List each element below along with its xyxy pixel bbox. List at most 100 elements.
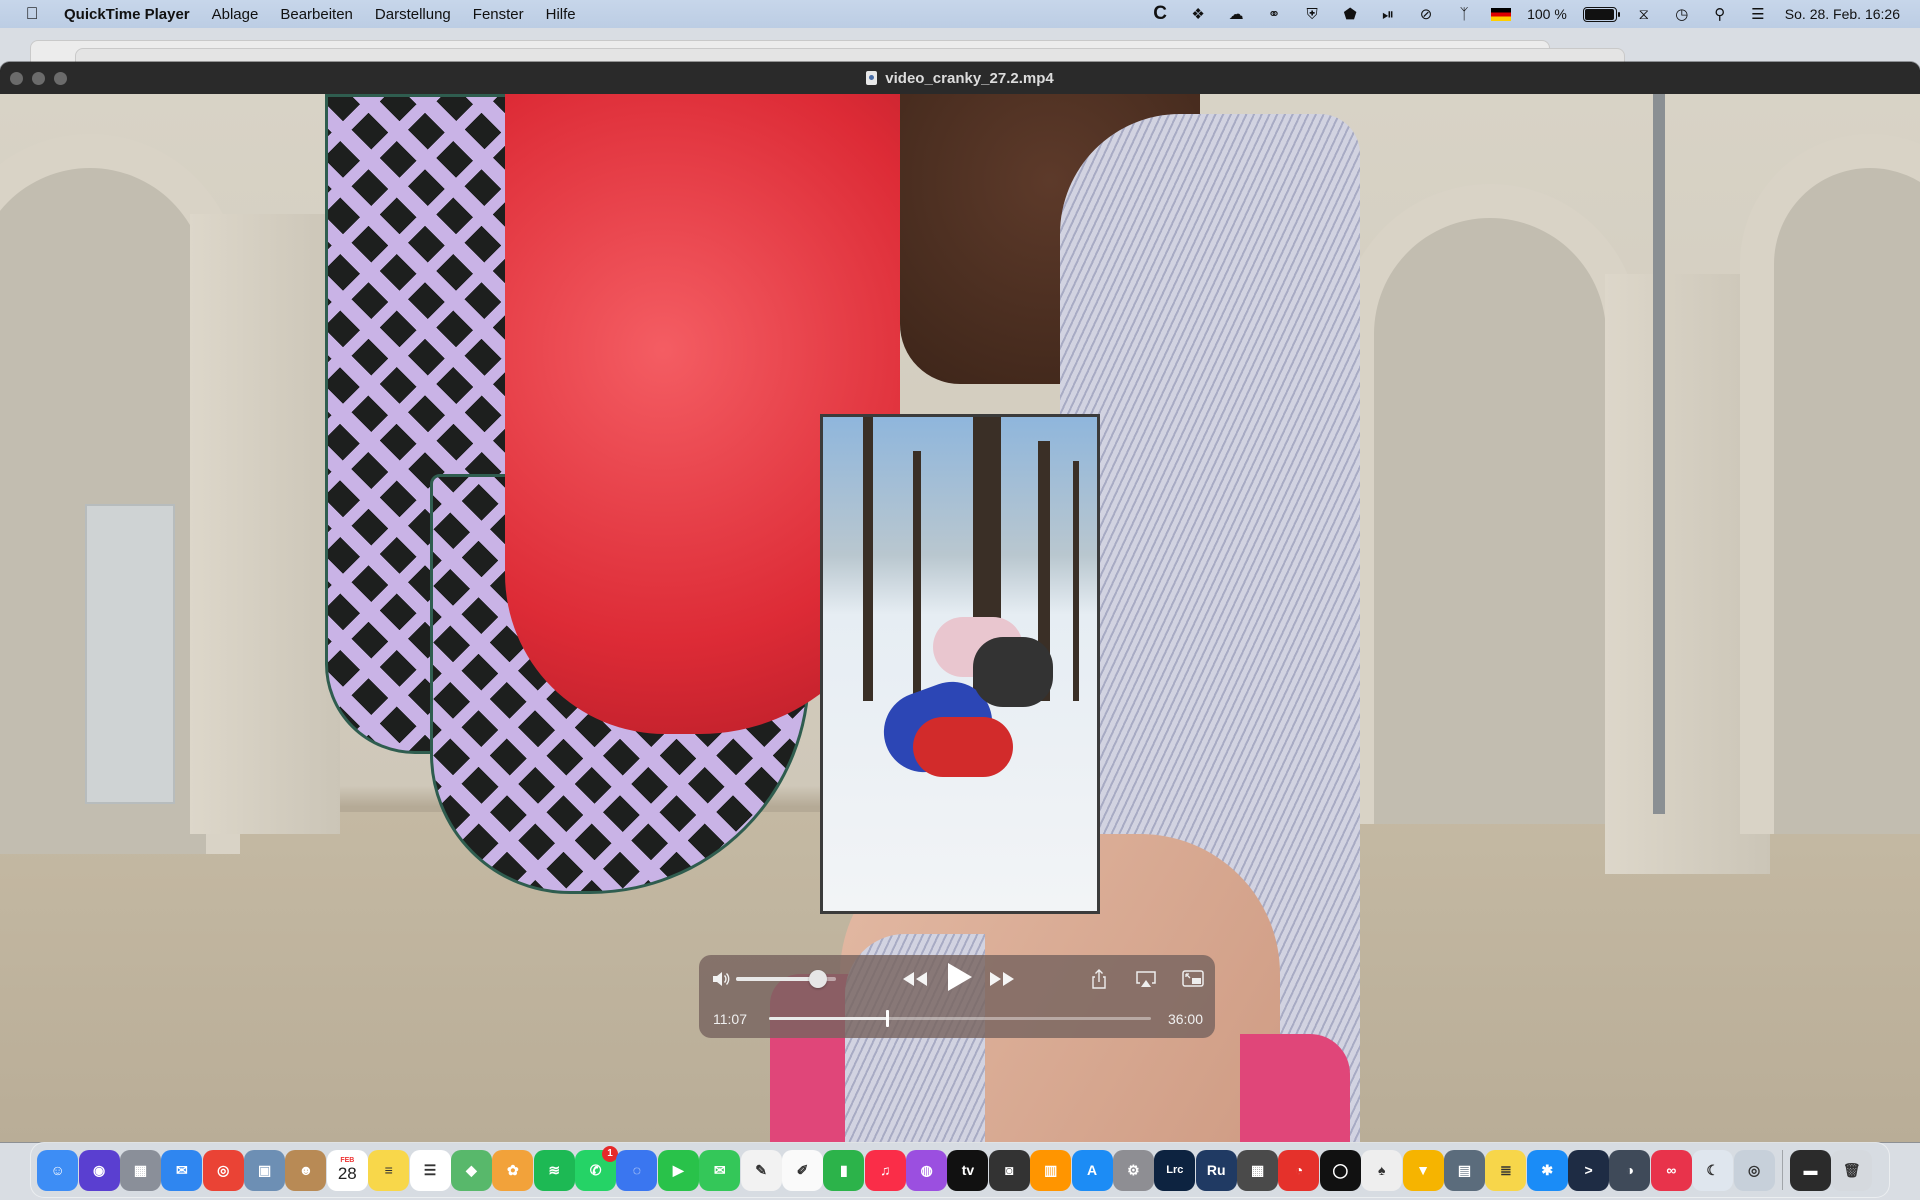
video-door xyxy=(85,504,175,804)
document-icon xyxy=(866,71,878,85)
dock-notes-icon[interactable]: ≡ xyxy=(368,1149,410,1191)
dock-finder-icon[interactable]: ☺ xyxy=(37,1149,79,1191)
volume-knob[interactable] xyxy=(809,970,827,988)
dock-film-strip-icon[interactable]: ▬ xyxy=(1789,1149,1831,1191)
menu-hilfe[interactable]: Hilfe xyxy=(535,6,587,23)
video-tree xyxy=(913,451,921,701)
control-center-icon[interactable]: ☰ xyxy=(1747,4,1769,24)
dock-istat-menus-icon[interactable]: ◔ xyxy=(1278,1149,1320,1191)
volume-fill xyxy=(736,977,818,981)
dock-contacts-icon[interactable]: ☻ xyxy=(285,1149,327,1191)
dock-lasso-icon[interactable]: ☾ xyxy=(1692,1149,1734,1191)
volume-icon[interactable] xyxy=(711,969,731,989)
share-icon[interactable] xyxy=(1089,967,1109,991)
dock-calendar-icon[interactable]: FEB 28 xyxy=(326,1149,368,1191)
dropbox-icon[interactable]: ❖ xyxy=(1187,4,1209,24)
dock-ace-app-icon[interactable]: ♠ xyxy=(1361,1149,1403,1191)
dock-apple-tv-icon[interactable]: tv xyxy=(947,1149,989,1191)
dock-spotify-icon[interactable]: ≋ xyxy=(533,1149,575,1191)
menu-bar:  QuickTime Player Ablage Bearbeiten Dar… xyxy=(0,0,1920,28)
video-arch xyxy=(1740,134,1920,834)
bitwarden-icon[interactable]: ⬟ xyxy=(1339,4,1361,24)
battery-icon[interactable] xyxy=(1582,6,1620,22)
dock-freeform-icon[interactable]: ✐ xyxy=(781,1149,823,1191)
dock-proxyman-icon[interactable]: ◑ xyxy=(1609,1149,1651,1191)
menu-ablage[interactable]: Ablage xyxy=(201,6,270,23)
menu-bearbeiten[interactable]: Bearbeiten xyxy=(269,6,364,23)
status-area: C ❖ ☁ ⚭ ⛨ ⬟ ⏯ ⊘ ᛉ 100 % ⧖ ◷ ⚲ ☰ So. 28. … xyxy=(1149,0,1900,28)
dock-calculator-icon[interactable]: ▦ xyxy=(1237,1149,1279,1191)
dock-photos-icon[interactable]: ✿ xyxy=(492,1149,534,1191)
flag-germany-icon[interactable] xyxy=(1491,7,1512,21)
dock-trash-icon[interactable]: 🗑 xyxy=(1831,1149,1873,1191)
dock-migration-assistant-icon[interactable]: ▤ xyxy=(1443,1149,1485,1191)
dock-books-icon[interactable]: ▥ xyxy=(1030,1149,1072,1191)
video-red-pants xyxy=(913,717,1013,777)
dock-system-preferences-icon[interactable]: ⚙ xyxy=(1112,1149,1154,1191)
dock-textedit-icon[interactable]: ✎ xyxy=(740,1149,782,1191)
cloud-upload-icon[interactable]: ☁ xyxy=(1225,4,1247,24)
picture-in-picture-icon[interactable] xyxy=(1181,969,1205,989)
quicktime-window: video_cranky_27.2.mp4 11:07 36:00 xyxy=(0,62,1920,1142)
dock-creative-cloud-icon[interactable]: ∞ xyxy=(1650,1149,1692,1191)
dock-app-store-icon[interactable]: A xyxy=(1071,1149,1113,1191)
video-pipe xyxy=(1653,94,1665,814)
play-circle-icon[interactable]: ⏯ xyxy=(1377,4,1399,24)
dock-numbers-icon[interactable]: ▮ xyxy=(823,1149,865,1191)
dock-stickies-icon[interactable]: ≣ xyxy=(1485,1149,1527,1191)
dock-siri-icon[interactable]: ◉ xyxy=(78,1149,120,1191)
menu-app-name[interactable]: QuickTime Player xyxy=(64,6,201,23)
menu-darstellung[interactable]: Darstellung xyxy=(364,6,462,23)
minimize-button[interactable] xyxy=(32,72,45,85)
mute-icon[interactable]: ⊘ xyxy=(1415,4,1437,24)
playhead[interactable] xyxy=(886,1010,890,1027)
time-machine-icon[interactable]: ◷ xyxy=(1671,4,1693,24)
dock-facetime-icon[interactable]: ▶ xyxy=(657,1149,699,1191)
dock-mail-icon[interactable]: ✉ xyxy=(161,1149,203,1191)
dock-preview-icon[interactable]: ▣ xyxy=(244,1149,286,1191)
dock-keynote-icon[interactable]: ▼ xyxy=(1402,1149,1444,1191)
wifi-icon[interactable]: ⧖ xyxy=(1633,4,1655,24)
fast-forward-icon[interactable] xyxy=(988,969,1016,989)
total-time: 36:00 xyxy=(1167,1011,1203,1027)
dock-signal-icon[interactable]: ◌ xyxy=(616,1149,658,1191)
window-title: video_cranky_27.2.mp4 xyxy=(885,69,1054,87)
timeline-scrubber[interactable] xyxy=(769,1010,1151,1027)
clock[interactable]: So. 28. Feb. 16:26 xyxy=(1785,6,1900,22)
bluetooth-icon[interactable]: ᛉ xyxy=(1453,4,1475,24)
menu-fenster[interactable]: Fenster xyxy=(462,6,535,23)
c-app-icon[interactable]: C xyxy=(1149,3,1171,24)
vpn-icon[interactable]: ⛨ xyxy=(1301,4,1323,24)
embedded-video xyxy=(820,414,1100,914)
battery-percent[interactable]: 100 % xyxy=(1527,6,1567,22)
airplay-icon[interactable] xyxy=(1134,969,1158,989)
timeline-progress xyxy=(769,1017,888,1020)
dock-lightroom-classic-icon[interactable]: Lrc xyxy=(1154,1149,1196,1191)
dock-whatsapp-icon[interactable]: ✆ 1 xyxy=(575,1145,619,1191)
player-controls: 11:07 36:00 xyxy=(699,955,1215,1038)
play-icon[interactable] xyxy=(942,960,976,994)
dock-maps-icon[interactable]: ◆ xyxy=(450,1149,492,1191)
creative-cloud-icon[interactable]: ⚭ xyxy=(1263,4,1285,24)
dock-launchpad-icon[interactable]: ▦ xyxy=(119,1149,161,1191)
zoom-button[interactable] xyxy=(54,72,67,85)
dock-podcasts-icon[interactable]: ◍ xyxy=(906,1149,948,1191)
video-pink-fabric xyxy=(1240,1034,1350,1142)
volume-slider[interactable] xyxy=(736,970,836,988)
dock-screenshot-icon[interactable]: ◙ xyxy=(988,1149,1030,1191)
window-titlebar[interactable]: video_cranky_27.2.mp4 xyxy=(0,62,1920,94)
dock-camera-app-icon[interactable]: ◎ xyxy=(1733,1149,1775,1191)
rewind-icon[interactable] xyxy=(901,969,929,989)
apple-icon[interactable]:  xyxy=(0,4,64,24)
dock-safari-icon[interactable]: ✱ xyxy=(1526,1149,1568,1191)
dock-messages-icon[interactable]: ✉ xyxy=(699,1149,741,1191)
spotlight-search-icon[interactable]: ⚲ xyxy=(1709,4,1731,24)
close-button[interactable] xyxy=(10,72,23,85)
traffic-lights xyxy=(10,72,67,85)
dock-prompt-icon[interactable]: > xyxy=(1568,1149,1610,1191)
dock-chrome-icon[interactable]: ◎ xyxy=(202,1149,244,1191)
dock-music-icon[interactable]: ♫ xyxy=(864,1149,906,1191)
dock-arc-app-icon[interactable]: ◯ xyxy=(1319,1149,1361,1191)
dock-rush-icon[interactable]: Ru xyxy=(1195,1149,1237,1191)
dock-reminders-icon[interactable]: ☰ xyxy=(409,1149,451,1191)
